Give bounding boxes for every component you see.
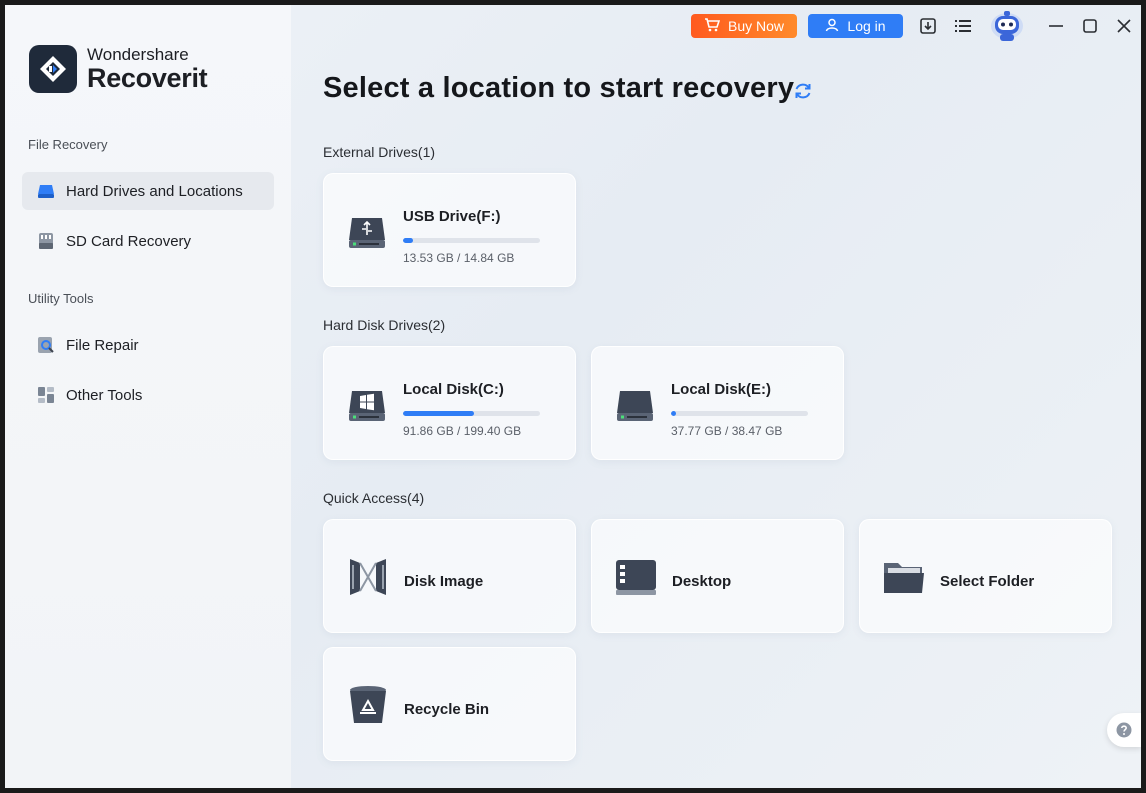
buy-now-button[interactable]: Buy Now	[691, 14, 797, 38]
refresh-icon[interactable]	[793, 81, 815, 103]
hard-drive-icon	[36, 181, 56, 201]
sidebar-item-file-repair[interactable]: File Repair	[22, 326, 274, 364]
login-label: Log in	[847, 18, 886, 34]
quick-access-disk-image[interactable]: Disk Image	[323, 519, 576, 633]
main-panel: Buy Now Log in Select a location to star…	[291, 5, 1141, 788]
sidebar-item-label: File Repair	[66, 336, 139, 354]
usage-bar	[403, 411, 540, 416]
sidebar-item-label: Other Tools	[66, 386, 143, 404]
desktop-icon	[614, 555, 658, 599]
quick-access-desktop[interactable]: Desktop	[591, 519, 844, 633]
external-drives-label: External Drives(1)	[323, 144, 436, 160]
usage-bar-fill	[403, 238, 413, 243]
usage-bar	[403, 238, 540, 243]
quick-access-name: Select Folder	[940, 573, 1035, 590]
drive-name: Local Disk(C:)	[403, 381, 504, 398]
usage-bar-fill	[403, 411, 475, 416]
page-title: Select a location to start recovery	[323, 72, 795, 104]
login-button[interactable]: Log in	[808, 14, 903, 38]
recycle-bin-icon	[346, 683, 390, 727]
robot-assistant-icon[interactable]	[985, 7, 1029, 45]
help-icon[interactable]	[1107, 713, 1141, 747]
quick-access-name: Desktop	[672, 573, 732, 590]
close-icon[interactable]	[1113, 15, 1135, 37]
recoverit-logo-icon	[29, 45, 77, 93]
sidebar-item-sd-card[interactable]: SD Card Recovery	[22, 222, 274, 260]
quick-access-name: Recycle Bin	[404, 701, 490, 718]
section-label-file-recovery: File Recovery	[28, 137, 108, 152]
sd-card-icon	[36, 231, 56, 251]
product-name: Recoverit	[87, 63, 208, 93]
drive-card-e[interactable]: Local Disk(E:) 37.77 GB / 38.47 GB	[591, 346, 844, 460]
drive-card-c[interactable]: Local Disk(C:) 91.86 GB / 199.40 GB	[323, 346, 576, 460]
app-window: Wondershare Recoverit File Recovery Hard…	[5, 5, 1141, 788]
usb-drive-icon	[346, 210, 390, 254]
drive-size: 13.53 GB / 14.84 GB	[403, 251, 515, 265]
sidebar-item-label: Hard Drives and Locations	[66, 182, 243, 200]
disk-image-icon	[346, 555, 390, 599]
file-repair-icon	[36, 335, 56, 355]
other-tools-icon	[36, 385, 56, 405]
drive-card-usb[interactable]: USB Drive(F:) 13.53 GB / 14.84 GB	[323, 173, 576, 287]
drive-size: 91.86 GB / 199.40 GB	[403, 424, 522, 438]
hard-disk-icon	[614, 383, 658, 427]
drive-name: USB Drive(F:)	[403, 208, 501, 225]
usage-bar-fill	[671, 411, 677, 416]
brand-name: Wondershare	[87, 45, 189, 64]
app-logo: Wondershare Recoverit	[29, 45, 208, 93]
minimize-icon[interactable]	[1045, 15, 1067, 37]
menu-list-icon[interactable]	[952, 15, 974, 37]
drive-size: 37.77 GB / 38.47 GB	[671, 424, 783, 438]
download-icon[interactable]	[917, 15, 939, 37]
drive-name: Local Disk(E:)	[671, 381, 772, 398]
sidebar-item-label: SD Card Recovery	[66, 232, 192, 250]
cart-icon	[704, 17, 721, 35]
sidebar-item-other-tools[interactable]: Other Tools	[22, 376, 274, 414]
quick-access-label: Quick Access(4)	[323, 490, 425, 506]
quick-access-name: Disk Image	[404, 573, 484, 590]
buy-now-label: Buy Now	[727, 18, 785, 34]
folder-icon	[882, 555, 926, 599]
quick-access-select-folder[interactable]: Select Folder	[859, 519, 1112, 633]
section-label-utility-tools: Utility Tools	[28, 291, 94, 306]
quick-access-recycle-bin[interactable]: Recycle Bin	[323, 647, 576, 761]
usage-bar	[671, 411, 808, 416]
user-icon	[825, 18, 839, 35]
hard-disk-drives-label: Hard Disk Drives(2)	[323, 317, 446, 333]
sidebar-item-hard-drives[interactable]: Hard Drives and Locations	[22, 172, 274, 210]
maximize-icon[interactable]	[1079, 15, 1101, 37]
windows-disk-icon	[346, 383, 390, 427]
sidebar: Wondershare Recoverit File Recovery Hard…	[5, 5, 291, 788]
